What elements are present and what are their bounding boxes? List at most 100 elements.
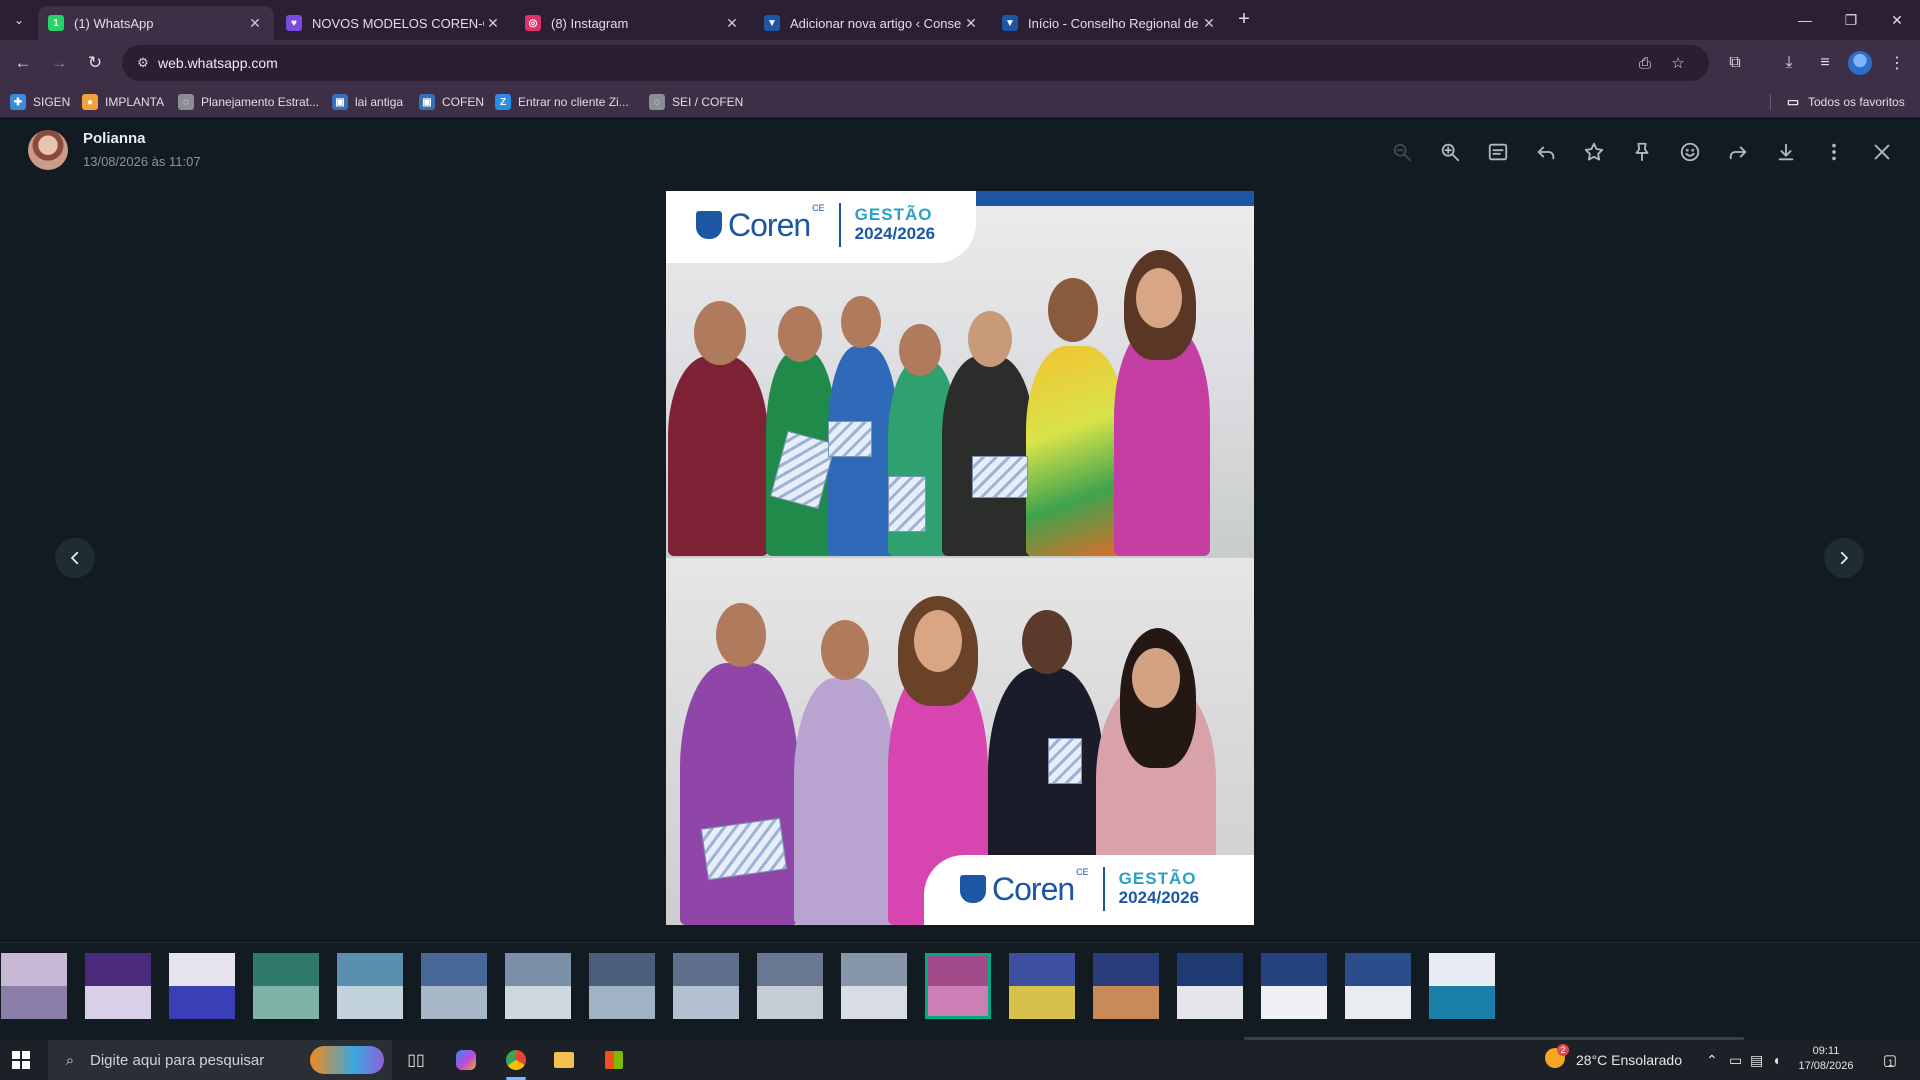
tab-close-icon[interactable]: ✕ (246, 15, 264, 32)
all-bookmarks-label: Todos os favoritos (1808, 95, 1905, 109)
bookmark-item[interactable]: Z Entrar no cliente Zi... (495, 92, 629, 112)
media-thumbnail[interactable] (1093, 953, 1159, 1019)
bookmark-item[interactable]: ▣ lai antiga (332, 92, 403, 112)
booklet (972, 456, 1028, 498)
tab[interactable]: ◎ (8) Instagram ✕ (515, 6, 751, 40)
windows-start-icon[interactable] (12, 1051, 30, 1069)
tab[interactable]: 1 (1) WhatsApp ✕ (38, 6, 274, 40)
bookmark-label: COFEN (442, 95, 484, 109)
tab-close-icon[interactable]: ✕ (484, 15, 502, 32)
close-window-icon[interactable]: ✕ (1874, 0, 1920, 40)
copilot-icon[interactable] (452, 1046, 480, 1074)
tab[interactable]: ♥ NOVOS MODELOS COREN-CE -✕ (276, 6, 512, 40)
meet-now-icon[interactable]: ▭ (1729, 1052, 1742, 1069)
bookmark-label: SIGEN (33, 95, 71, 109)
weather-text[interactable]: 28°C Ensolarado (1576, 1052, 1682, 1068)
media-thumbnail[interactable] (1345, 953, 1411, 1019)
download-icon[interactable] (1773, 139, 1799, 165)
previous-media-button[interactable] (55, 538, 95, 578)
install-app-icon[interactable]: ⎙ (1635, 53, 1655, 73)
media-control-icon[interactable]: ≡ (1812, 50, 1838, 76)
file-explorer-icon[interactable] (550, 1046, 578, 1074)
extensions-icon[interactable]: ⧉ (1722, 50, 1748, 76)
tab[interactable]: ▼ Adicionar nova artigo ‹ Conselh ✕ (754, 6, 990, 40)
media-image[interactable]: Coren CE GESTÃO 2024/2026 Coren CE GESTÃ… (666, 191, 1254, 925)
media-thumbnail[interactable] (337, 953, 403, 1019)
person-head (716, 603, 766, 667)
bookmark-favicon-icon: Z (495, 94, 511, 110)
sender-avatar[interactable] (28, 130, 68, 170)
media-thumbnail[interactable] (1009, 953, 1075, 1019)
thumbnail-bottom (589, 986, 655, 1019)
notifications-icon[interactable]: ▢ 1 (1876, 1048, 1900, 1072)
media-thumbnail[interactable] (505, 953, 571, 1019)
back-icon[interactable]: ← (9, 49, 37, 77)
more-options-icon[interactable] (1821, 139, 1847, 165)
tab-title: NOVOS MODELOS COREN-CE - (312, 15, 484, 31)
all-bookmarks-folder[interactable]: ▭ Todos os favoritos (1785, 92, 1905, 112)
media-thumbnail[interactable] (589, 953, 655, 1019)
react-emoji-icon[interactable] (1677, 139, 1703, 165)
profile-avatar[interactable] (1848, 51, 1872, 75)
restore-icon[interactable]: ❐ (1828, 0, 1874, 40)
bookmark-star-icon[interactable]: ☆ (1668, 53, 1688, 73)
volume-icon[interactable]: ◖ (1772, 1052, 1780, 1068)
site-info-icon[interactable]: ⚙ (134, 54, 152, 72)
sender-name[interactable]: Polianna (83, 130, 146, 147)
tab-close-icon[interactable]: ✕ (723, 15, 741, 32)
bookmark-item[interactable]: ◌ Planejamento Estrat... (178, 92, 319, 112)
go-to-message-icon[interactable] (1485, 139, 1511, 165)
show-hidden-icons-icon[interactable]: ⌃ (1706, 1052, 1718, 1069)
media-thumbnail[interactable] (421, 953, 487, 1019)
chrome-taskbar-icon[interactable] (502, 1046, 530, 1080)
tab-close-icon[interactable]: ✕ (1200, 15, 1218, 32)
task-view-icon[interactable]: ▯▯ (402, 1046, 430, 1074)
tab-close-icon[interactable]: ✕ (962, 15, 980, 32)
url-text[interactable]: web.whatsapp.com (158, 55, 278, 71)
taskbar-search[interactable]: ⌕ Digite aqui para pesquisar (48, 1040, 392, 1080)
tab[interactable]: ▼ Início - Conselho Regional de E ✕ (992, 6, 1228, 40)
media-thumbnail[interactable] (841, 953, 907, 1019)
pin-icon[interactable] (1629, 139, 1655, 165)
zoom-in-icon[interactable] (1437, 139, 1463, 165)
new-tab-button[interactable]: + (1232, 8, 1256, 32)
network-icon[interactable]: ▤ (1750, 1052, 1763, 1069)
media-thumbnail[interactable] (1, 953, 67, 1019)
reload-icon[interactable]: ↻ (81, 49, 109, 77)
media-thumbnail[interactable] (1429, 953, 1495, 1019)
coren-superscript: CE (1076, 867, 1089, 877)
minimize-icon[interactable]: — (1782, 0, 1828, 40)
forward-icon[interactable]: → (45, 49, 73, 77)
media-thumbnail[interactable] (1177, 953, 1243, 1019)
media-thumbnail[interactable] (85, 953, 151, 1019)
media-thumbnail[interactable] (673, 953, 739, 1019)
thumbnail-bottom (1429, 986, 1495, 1019)
forward-message-icon[interactable] (1725, 139, 1751, 165)
reply-icon[interactable] (1533, 139, 1559, 165)
media-thumbnail[interactable] (253, 953, 319, 1019)
media-thumbnail[interactable] (1261, 953, 1327, 1019)
media-thumbnail[interactable] (757, 953, 823, 1019)
bookmark-item[interactable]: ● IMPLANTA (82, 92, 164, 112)
person-head (841, 296, 881, 348)
tab-search-chevron-icon[interactable]: ⌄ (7, 8, 31, 32)
downloads-icon[interactable]: ⤓ (1776, 50, 1802, 76)
bookmark-label: lai antiga (355, 95, 404, 109)
weather-icon[interactable]: 2 (1545, 1044, 1569, 1071)
microsoft-store-icon[interactable] (600, 1046, 628, 1074)
bookmark-item[interactable]: ✚ SIGEN (10, 92, 70, 112)
bookmark-favicon-icon: ◌ (178, 94, 194, 110)
system-clock[interactable]: 09:11 17/08/2026 (1786, 1044, 1866, 1074)
thumbnail-top (421, 953, 487, 986)
chrome-menu-icon[interactable]: ⋮ (1884, 50, 1910, 76)
thumbnail-bottom (337, 986, 403, 1019)
bookmark-item[interactable]: ▣ COFEN (419, 92, 484, 112)
media-thumbnail[interactable] (925, 953, 991, 1019)
bookmark-item[interactable]: ◌ SEI / COFEN (649, 92, 743, 112)
media-thumbnail[interactable] (169, 953, 235, 1019)
address-bar[interactable]: ⚙ web.whatsapp.com ⎙ ☆ (122, 45, 1709, 81)
next-media-button[interactable] (1824, 538, 1864, 578)
star-icon[interactable] (1581, 139, 1607, 165)
close-viewer-icon[interactable] (1869, 139, 1895, 165)
media-viewer: Polianna 13/08/2026 às 11:07 Coren CE GE… (0, 119, 1920, 1040)
